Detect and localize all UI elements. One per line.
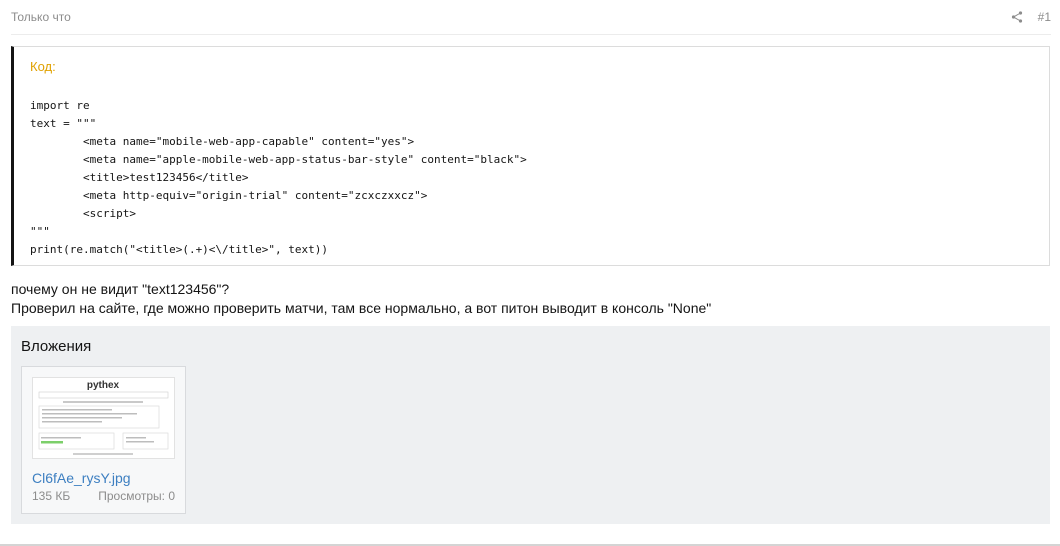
attachment-size: 135 КБ (32, 489, 71, 503)
code-block-title: Код: (30, 59, 56, 74)
post-header: Только что #1 (11, 0, 1051, 35)
post-timestamp[interactable]: Только что (11, 10, 71, 24)
attachment-filename-link[interactable]: Cl6fAe_rysY.jpg (32, 470, 131, 486)
code-block: Код: import re text = """ <meta name="mo… (11, 46, 1050, 266)
attachment-meta: 135 КБ Просмотры: 0 (32, 489, 175, 503)
share-icon[interactable] (1010, 10, 1024, 24)
attachment-views: Просмотры: 0 (98, 489, 175, 503)
forum-post: Только что #1 Код: import re text = """ … (0, 0, 1060, 546)
post-number-link[interactable]: #1 (1038, 10, 1051, 24)
attachment-card[interactable]: pythex Cl6fAe_rysY.jpg 135 КБ Просмотры:… (21, 366, 186, 514)
post-body-line-2: Проверил на сайте, где можно проверить м… (11, 300, 712, 316)
attachments-title: Вложения (21, 338, 92, 355)
thumbnail-heading: pythex (87, 380, 120, 391)
code-content: import re text = """ <meta name="mobile-… (30, 99, 527, 256)
post-body: почему он не видит "text123456"? Провери… (11, 280, 711, 318)
post-header-actions: #1 (1010, 10, 1051, 24)
attachment-thumbnail[interactable]: pythex (32, 377, 175, 459)
thumbnail-image: pythex (33, 378, 174, 458)
attachments-section: Вложения pythex Cl6fAe_rysY.jpg 135 КБ П… (11, 326, 1050, 524)
post-body-line-1: почему он не видит "text123456"? (11, 281, 230, 297)
